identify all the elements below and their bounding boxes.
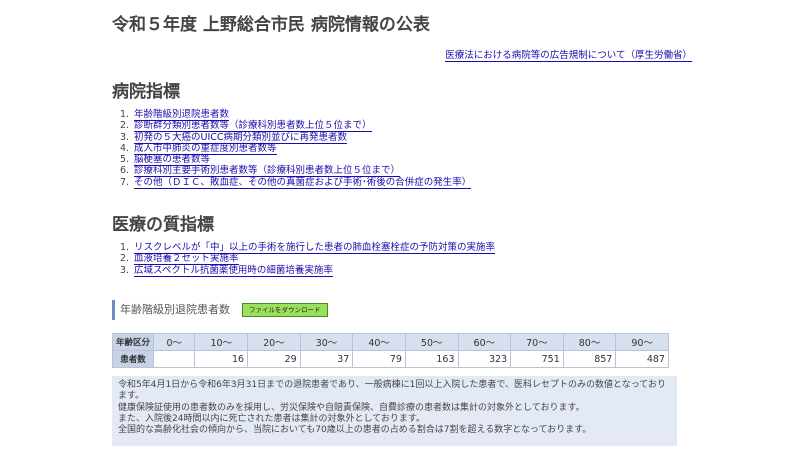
- list-item: 2. 診断群分類別患者数等（診療科別患者数上位５位まで）: [120, 120, 471, 133]
- list-item: 5. 脳梗塞の患者数等: [120, 154, 471, 167]
- age-header-cell: 40～: [352, 333, 406, 351]
- table-note: 令和5年4月1日から令和6年3月31日までの退院患者であり、一般病棟に1回以上入…: [112, 376, 677, 446]
- list-item: 2. 血液培養２セット実施率: [120, 253, 495, 266]
- count-cell: 163: [404, 350, 459, 368]
- item-number: 3.: [120, 131, 130, 143]
- age-header-cell: 90～: [615, 333, 669, 351]
- age-header-cell: 80～: [562, 333, 617, 351]
- list-item: 3. 広域スペクトル抗菌薬使用時の細菌培養実施率: [120, 264, 495, 277]
- item-number: 1.: [120, 109, 130, 120]
- age-row-header: 年齢区分: [112, 333, 154, 351]
- count-cell: 323: [457, 350, 512, 368]
- age-header-cell: 30～: [299, 333, 354, 351]
- age-header-cell: 70～: [510, 333, 564, 351]
- item-number: 2.: [120, 253, 130, 265]
- age-table-heading: 年齢階級別退院患者数: [112, 300, 230, 320]
- page-title: 令和５年度 上野総合市民 病院情報の公表: [112, 15, 430, 35]
- item-number: 6.: [120, 165, 130, 177]
- note-line: また、入院後24時間以内に死亡された患者は集計の対象外としております。: [118, 413, 426, 424]
- list-item: 7. その他（ＤＩＣ、敗血症、その他の真菌症および手術･術後の合併症の発生率）: [120, 176, 472, 189]
- count-row-header: 患者数: [112, 350, 154, 368]
- age-header-cell: 10～: [194, 333, 249, 351]
- indicator-link[interactable]: 初発の５大癌のUICC病期分類別並びに再発患者数: [134, 131, 348, 144]
- indicator-link[interactable]: 診断群分類別患者数等（診療科別患者数上位５位まで）: [134, 120, 372, 133]
- quality-link[interactable]: 広域スペクトル抗菌薬使用時の細菌培養実施率: [134, 264, 333, 277]
- item-number: 4.: [120, 142, 130, 154]
- download-file-button[interactable]: ファイルをダウンロード: [242, 303, 328, 317]
- list-item: 4. 成人市中肺炎の重症度別患者数等: [120, 142, 471, 155]
- count-cell: 29: [247, 350, 301, 368]
- item-number: 2.: [120, 120, 130, 132]
- age-header-cell: 20～: [247, 333, 301, 351]
- count-cell: 37: [299, 350, 354, 368]
- quality-link[interactable]: 血液培養２セット実施率: [134, 253, 239, 266]
- quality-indicators-list: 1. リスクレベルが「中」以上の手術を施行した患者の肺血栓塞栓症の予防対策の実施率…: [120, 242, 496, 277]
- item-number: 3.: [120, 264, 130, 276]
- item-number: 5.: [120, 154, 130, 166]
- age-header-cell: 50～: [404, 333, 459, 351]
- note-line: 令和5年4月1日から令和6年3月31日までの退院患者であり、一般病棟に1回以上入…: [118, 380, 667, 402]
- hospital-indicators-heading: 病院指標: [112, 82, 180, 102]
- age-stats-table: 年齢区分 0～ 10～ 20～ 30～ 40～ 50～ 60～ 70～ 80～ …: [112, 333, 669, 368]
- quality-indicators-heading: 医療の質指標: [112, 215, 214, 235]
- count-cell: 487: [615, 350, 669, 368]
- count-cell: [152, 350, 196, 368]
- item-number: 7.: [120, 176, 130, 188]
- list-item: 1. リスクレベルが「中」以上の手術を施行した患者の肺血栓塞栓症の予防対策の実施率: [120, 242, 496, 254]
- table-row: 年齢区分 0～ 10～ 20～ 30～ 40～ 50～ 60～ 70～ 80～ …: [112, 333, 669, 351]
- indicator-link[interactable]: その他（ＤＩＣ、敗血症、その他の真菌症および手術･術後の合併症の発生率）: [134, 176, 472, 189]
- age-header-cell: 0～: [152, 333, 196, 351]
- ad-regulation-link[interactable]: 医療法における病院等の広告規制について（厚生労働省）: [445, 47, 692, 62]
- count-cell: 857: [562, 350, 617, 368]
- count-cell: 751: [510, 350, 564, 368]
- age-header-cell: 60～: [457, 333, 512, 351]
- table-row: 患者数 16 29 37 79 163 323 751 857 487: [112, 350, 669, 368]
- item-number: 1.: [120, 242, 130, 253]
- hospital-indicators-list: 1. 年齢階級別退院患者数 2. 診断群分類別患者数等（診療科別患者数上位５位まで）…: [120, 109, 472, 189]
- list-item: 3. 初発の５大癌のUICC病期分類別並びに再発患者数: [120, 131, 471, 144]
- count-cell: 79: [352, 350, 406, 368]
- list-item: 1. 年齢階級別退院患者数: [120, 109, 471, 121]
- list-item: 6. 診療科別主要手術別患者数等（診療科別患者数上位５位まで）: [120, 165, 471, 178]
- note-line: 健康保険証使用の患者数のみを採用し、労災保険や自賠責保険、自費診療の患者数は集計…: [118, 402, 585, 413]
- note-line: 全国的な高齢化社会の傾向から、当院においても70歳以上の患者の占める割合は7割を…: [118, 425, 592, 436]
- indicator-link[interactable]: 診療科別主要手術別患者数等（診療科別患者数上位５位まで）: [134, 165, 401, 178]
- count-cell: 16: [194, 350, 249, 368]
